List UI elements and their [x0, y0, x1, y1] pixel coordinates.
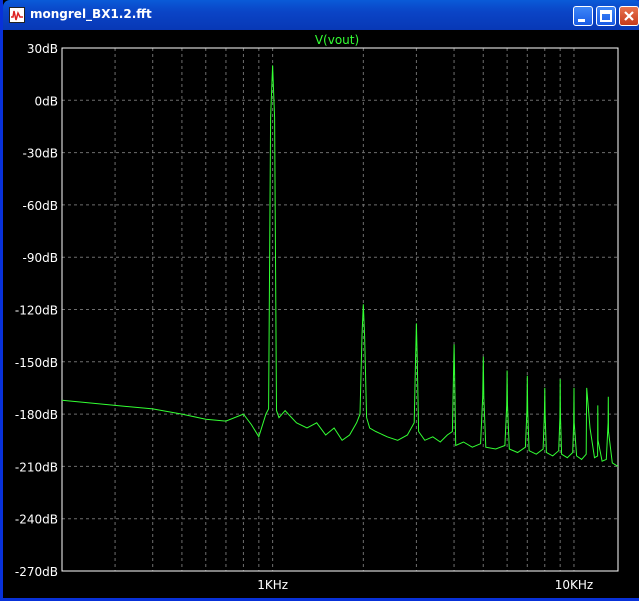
y-tick-label: -60dB	[23, 199, 58, 213]
y-tick-label: -270dB	[15, 565, 58, 579]
y-tick-label: -30dB	[23, 147, 58, 161]
maximize-button[interactable]	[596, 6, 616, 26]
y-tick-label: -210dB	[15, 460, 58, 474]
trace-label: V(vout)	[315, 33, 359, 47]
y-tick-label: -180dB	[15, 408, 58, 422]
y-tick-label: -90dB	[23, 251, 58, 265]
y-tick-label: -150dB	[15, 356, 58, 370]
waveform-icon	[9, 7, 25, 23]
fft-window: mongrel_BX1.2.fft V(vout) 30dB 0dB -30dB -6…	[0, 0, 639, 601]
x-tick-label: 1KHz	[257, 578, 288, 592]
window-title: mongrel_BX1.2.fft	[30, 7, 152, 21]
y-tick-label: 30dB	[27, 42, 58, 56]
title-bar[interactable]: mongrel_BX1.2.fft	[3, 0, 639, 30]
y-tick-label: -240dB	[15, 513, 58, 527]
y-tick-label: -120dB	[15, 304, 58, 318]
minimize-button[interactable]	[573, 6, 593, 26]
x-tick-label: 10KHz	[555, 578, 593, 592]
close-button[interactable]	[619, 6, 639, 26]
fft-plot[interactable]: V(vout) 30dB 0dB -30dB -60dB -90dB -120dB -150…	[6, 30, 639, 598]
y-tick-label: 0dB	[35, 94, 58, 108]
